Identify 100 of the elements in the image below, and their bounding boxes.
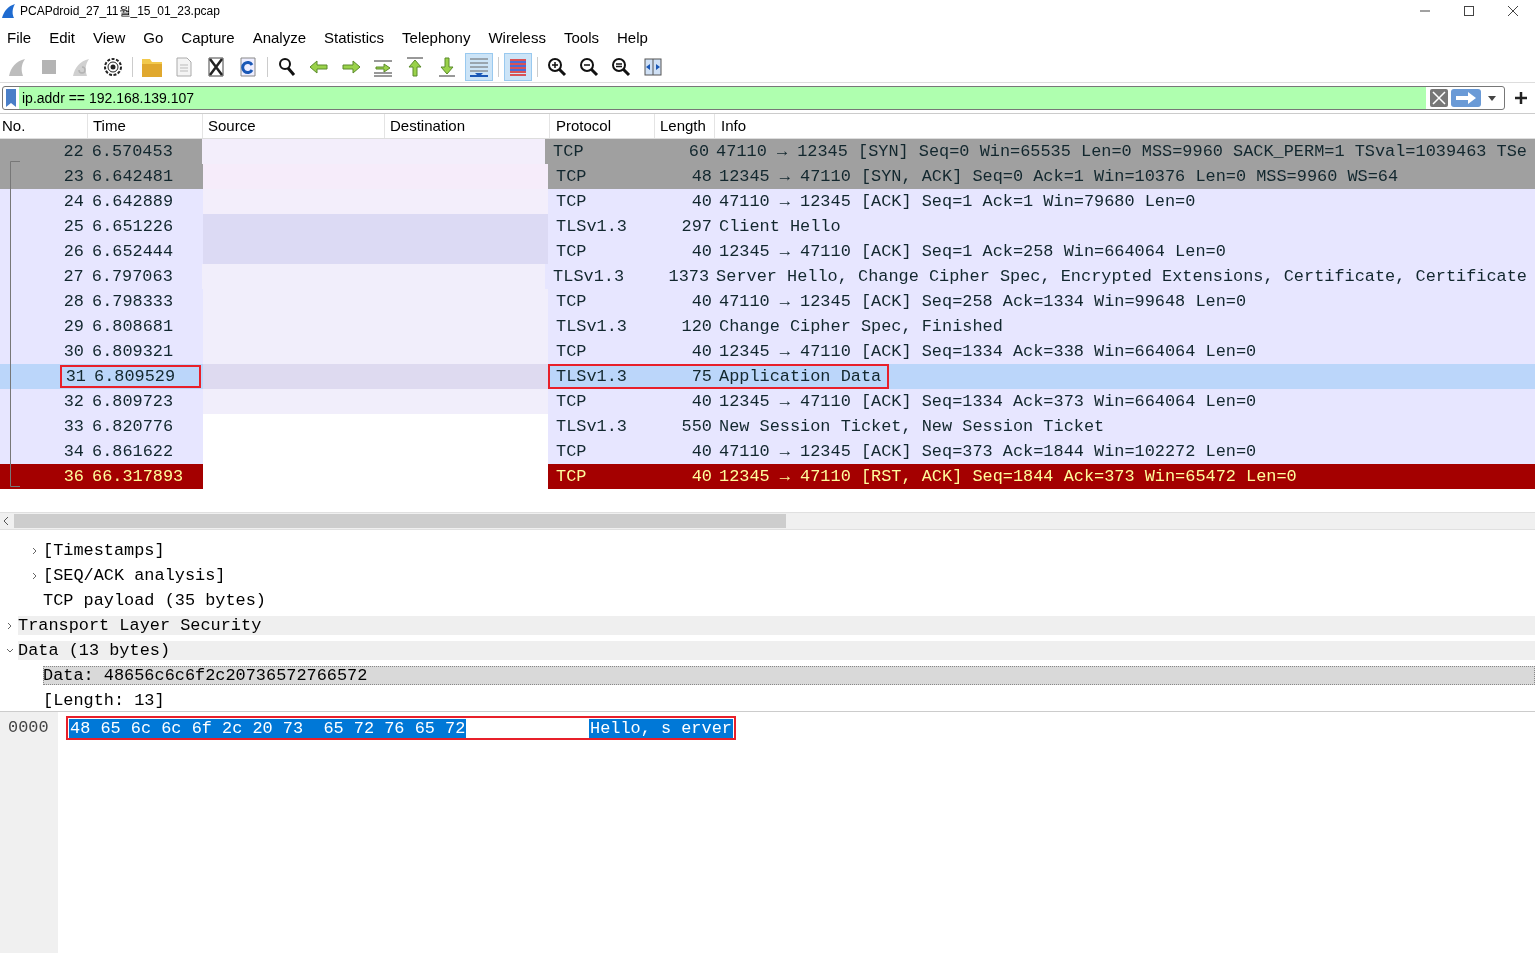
packet-time: 6.809529 [94, 367, 177, 386]
packet-row[interactable]: 22 6.570453 TCP 60 47110 → 12345 [SYN] Seq=0 Win=65535 Len=0 MSS=9960 SACK_PERM=1 TSval=1039463 TSe [0, 139, 1535, 164]
document-icon [173, 56, 195, 78]
column-header[interactable]: Destination [385, 114, 550, 138]
zoom-out-icon [578, 56, 600, 78]
packet-length: 1373 [667, 267, 711, 286]
column-header[interactable]: Protocol [550, 114, 655, 138]
packet-time: 6.652444 [92, 242, 175, 261]
menu-item[interactable]: Statistics [317, 28, 392, 46]
packet-row[interactable]: 31 6.809529 TLSv1.3 75 Application Data [0, 364, 1535, 389]
packet-protocol: TCP [555, 392, 588, 411]
packet-protocol: TLSv1.3 [552, 267, 626, 286]
packet-info: 47110 → 12345 [ACK] Seq=373 Ack=1844 Win=102272 Len=0 [718, 442, 1258, 461]
packet-row[interactable]: 28 6.798333 TCP 40 47110 → 12345 [ACK] Seq=258 Ack=1334 Win=99648 Len=0 [0, 289, 1535, 314]
packet-length: 40 [690, 192, 713, 211]
packet-info: 47110 → 12345 [ACK] Seq=1 Ack=1 Win=79680 Len=0 [718, 192, 1197, 211]
packet-info: Server Hello, Change Cipher Spec, Encrypted Extensions, Certificate, Certificate [715, 267, 1528, 286]
packet-protocol: TCP [555, 292, 588, 311]
close-icon[interactable] [1506, 4, 1520, 18]
packet-row[interactable]: 24 6.642889 TCP 40 47110 → 12345 [ACK] Seq=1 Ack=1 Win=79680 Len=0 [0, 189, 1535, 214]
packet-row[interactable]: 33 6.820776 TLSv1.3 550 New Session Ticket, New Session Ticket [0, 414, 1535, 439]
packet-row[interactable]: 36 66.317893 TCP 40 12345 → 47110 [RST, ACK] Seq=1844 Ack=373 Win=65472 Len=0 [0, 464, 1535, 489]
packet-length: 48 [690, 167, 713, 186]
packet-time: 6.809723 [92, 392, 175, 411]
packet-info: 12345 → 47110 [ACK] Seq=1334 Ack=373 Win=664064 Len=0 [718, 392, 1258, 411]
packet-row[interactable]: 23 6.642481 TCP 48 12345 → 47110 [SYN, ACK] Seq=0 Ack=1 Win=10376 Len=0 MSS=9960 WS=64 [0, 164, 1535, 189]
packet-info: 12345 → 47110 [ACK] Seq=1 Ack=258 Win=664064 Len=0 [718, 242, 1227, 261]
packet-info: Application Data [718, 367, 883, 386]
chevron-right-icon[interactable] [32, 571, 38, 580]
tree-item[interactable]: TCP payload (35 bytes) [43, 591, 270, 610]
menu-item[interactable]: Go [136, 28, 171, 46]
tree-item[interactable]: [SEQ/ACK analysis] [43, 566, 230, 585]
packet-protocol: TLSv1.3 [555, 217, 628, 236]
packet-number: 22 [62, 142, 85, 161]
horizontal-scrollbar[interactable] [0, 512, 1535, 530]
column-header[interactable]: No. [0, 114, 88, 138]
shark-fin-icon [6, 56, 28, 78]
menu-item[interactable]: Edit [42, 28, 83, 46]
chevron-right-icon[interactable] [7, 621, 13, 630]
tree-item[interactable]: Transport Layer Security [18, 616, 1535, 635]
menu-item[interactable]: View [86, 28, 133, 46]
maximize-icon[interactable] [1462, 4, 1476, 18]
tree-item[interactable]: Data (13 bytes) [18, 641, 1535, 660]
packet-number: 31 [64, 367, 87, 386]
menu-item[interactable]: Analyze [245, 28, 314, 46]
byte-offset: 0000 [7, 717, 50, 739]
menu-item[interactable]: File [0, 28, 39, 46]
tree-item[interactable]: [Timestamps] [43, 541, 169, 560]
add-button-icon[interactable] [1515, 92, 1527, 104]
packet-time: 6.798333 [92, 292, 175, 311]
packet-info: 12345 → 47110 [SYN, ACK] Seq=0 Ack=1 Win=10376 Len=0 MSS=9960 WS=64 [718, 167, 1400, 186]
tree-item[interactable]: Data: 48656c6c6f2c20736572766572 [43, 666, 1535, 685]
packet-row[interactable]: 29 6.808681 TLSv1.3 120 Change Cipher Spec, Finished [0, 314, 1535, 339]
gear-icon [102, 56, 124, 78]
packet-protocol: TCP [555, 442, 588, 461]
packet-info: 12345 → 47110 [ACK] Seq=1334 Ack=338 Win=664064 Len=0 [718, 342, 1258, 361]
packet-time: 6.651226 [92, 217, 175, 236]
packet-row[interactable]: 25 6.651226 TLSv1.3 297 Client Hello [0, 214, 1535, 239]
shark-fin-icon [0, 3, 16, 19]
packet-time: 6.570453 [91, 142, 174, 161]
zoom-in-icon [546, 56, 568, 78]
packet-row[interactable]: 26 6.652444 TCP 40 12345 → 47110 [ACK] Seq=1 Ack=258 Win=664064 Len=0 [0, 239, 1535, 264]
packet-row[interactable]: 32 6.809723 TCP 40 12345 → 47110 [ACK] Seq=1334 Ack=373 Win=664064 Len=0 [0, 389, 1535, 414]
menu-item[interactable]: Tools [556, 28, 606, 46]
packet-length: 40 [690, 442, 713, 461]
packet-row[interactable]: 30 6.809321 TCP 40 12345 → 47110 [ACK] Seq=1334 Ack=338 Win=664064 Len=0 [0, 339, 1535, 364]
menu-item[interactable]: Help [610, 28, 655, 46]
column-header[interactable]: Source [203, 114, 385, 138]
menu-item[interactable]: Capture [174, 28, 242, 46]
window-title: PCAPdroid_27_11월_15_01_23.pcap [20, 2, 220, 20]
packet-length: 60 [687, 142, 711, 161]
scrollbar-thumb[interactable] [14, 514, 786, 528]
packet-time: 66.317893 [92, 467, 185, 486]
packet-info: 12345 → 47110 [RST, ACK] Seq=1844 Ack=373 Win=65472 Len=0 [718, 467, 1298, 486]
column-header[interactable]: Info [715, 114, 1535, 138]
packet-number: 26 [62, 242, 85, 261]
search-icon [276, 56, 298, 78]
packet-number: 29 [62, 317, 85, 336]
packet-number: 30 [62, 342, 85, 361]
close-file-icon [205, 56, 227, 78]
packet-number: 25 [62, 217, 85, 236]
autoscroll-icon [468, 56, 490, 78]
chevron-down-icon[interactable] [6, 647, 14, 654]
packet-row[interactable]: 27 6.797063 TLSv1.3 1373 Server Hello, Change Cipher Spec, Encrypted Extensions, Certificate, Certificate [0, 264, 1535, 289]
packet-number: 34 [62, 442, 85, 461]
packet-time: 6.797063 [91, 267, 174, 286]
chevron-right-icon[interactable] [32, 546, 38, 555]
column-header[interactable]: Time [88, 114, 203, 138]
packet-number: 27 [62, 267, 85, 286]
tree-item[interactable]: [Length: 13] [43, 691, 169, 710]
packet-protocol: TCP [555, 467, 588, 486]
packet-info: New Session Ticket, New Session Ticket [718, 417, 1106, 436]
packet-length: 120 [680, 317, 713, 336]
reload-icon [237, 56, 259, 78]
packet-time: 6.820776 [92, 417, 175, 436]
packet-length: 75 [690, 367, 713, 386]
menu-item[interactable]: Wireless [481, 28, 553, 46]
column-header[interactable]: Length [655, 114, 715, 138]
packet-row[interactable]: 34 6.861622 TCP 40 47110 → 12345 [ACK] Seq=373 Ack=1844 Win=102272 Len=0 [0, 439, 1535, 464]
menu-item[interactable]: Telephony [395, 28, 478, 46]
